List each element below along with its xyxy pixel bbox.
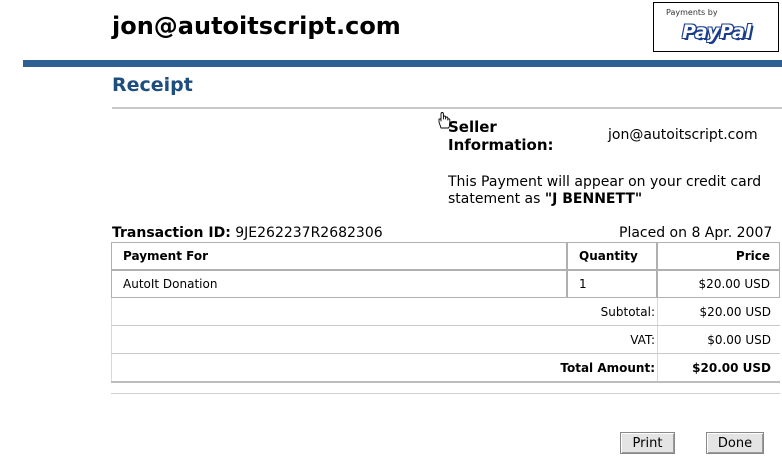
table-header-row: Payment For Quantity Price: [111, 242, 780, 270]
paypal-logo: PayPal: [682, 21, 752, 43]
subtotal-label: Subtotal:: [111, 298, 657, 326]
total-value: $20.00 USD: [657, 354, 780, 381]
placed-on-date: Placed on 8 Apr. 2007: [619, 225, 773, 241]
seller-email: jon@autoitscript.com: [608, 127, 758, 143]
transaction-id-value: 9JE262237R2682306: [235, 225, 383, 241]
statement-name: "J BENNETT": [544, 191, 643, 207]
header-payment-for: Payment For: [111, 242, 567, 270]
transaction-line: Transaction ID: 9JE262237R2682306: [112, 225, 383, 241]
item-quantity: 1: [567, 270, 657, 298]
page-title: Receipt: [112, 74, 193, 96]
table-row: AutoIt Donation 1 $20.00 USD: [111, 270, 780, 298]
title-divider: [112, 107, 782, 109]
seller-information-label: Seller Information:: [448, 118, 554, 154]
paypal-badge[interactable]: Payments by PayPal: [653, 2, 779, 52]
header-quantity: Quantity: [567, 242, 657, 270]
vat-value: $0.00 USD: [657, 326, 780, 353]
payments-by-label: Payments by: [666, 8, 718, 17]
vat-row: VAT: $0.00 USD: [111, 326, 780, 353]
subtotal-row: Subtotal: $20.00 USD: [111, 298, 780, 326]
header-price: Price: [657, 242, 780, 270]
table-bottom-rule: [111, 393, 780, 394]
item-payment-for: AutoIt Donation: [111, 270, 567, 298]
total-label: Total Amount:: [111, 354, 657, 381]
merchant-email: jon@autoitscript.com: [112, 12, 401, 40]
print-button[interactable]: Print: [620, 432, 675, 454]
done-button[interactable]: Done: [706, 432, 764, 454]
total-row: Total Amount: $20.00 USD: [111, 354, 780, 381]
header-divider-bar: [23, 60, 782, 67]
transaction-id-label: Transaction ID:: [112, 225, 231, 241]
vat-label: VAT:: [111, 326, 657, 353]
subtotal-value: $20.00 USD: [657, 298, 780, 326]
item-price: $20.00 USD: [657, 270, 780, 298]
table-bottom-divider: [111, 381, 780, 383]
statement-note: This Payment will appear on your credit …: [448, 174, 782, 208]
